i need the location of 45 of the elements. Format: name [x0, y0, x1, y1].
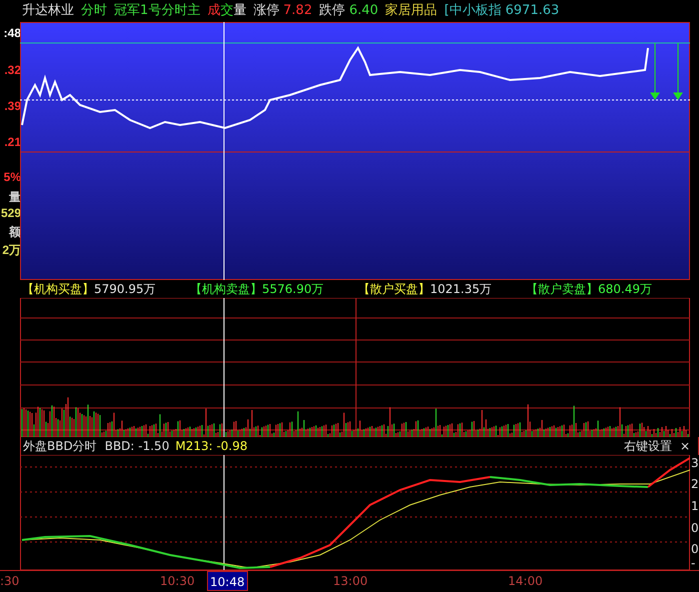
axis-label: 529	[0, 206, 21, 220]
settings-button[interactable]: 右键设置	[624, 438, 672, 454]
axis-label: 额	[8, 224, 21, 241]
axis-label: -	[691, 557, 696, 570]
axis-label: 3	[691, 457, 699, 470]
time-label: 10:30	[160, 574, 195, 588]
axis-label: .21	[3, 135, 21, 149]
down-arrow-icon	[650, 42, 660, 100]
limit-up-label: 涨停	[253, 2, 280, 20]
cursor-time-label: 10:48	[207, 571, 248, 591]
axis-label: 0	[691, 522, 699, 535]
limit-up-price: 7.82	[283, 2, 312, 20]
index-quote: [中小板指 6971.63	[444, 2, 560, 20]
formula-name: 冠军1号分时主	[114, 2, 200, 20]
time-label: 13:00	[333, 574, 368, 588]
time-label: 14:00	[508, 574, 543, 588]
indicator-title: 外盘BBD分时	[23, 438, 97, 454]
axis-label: :48	[2, 26, 21, 40]
axis-label: 0	[691, 543, 699, 556]
bbd-value: BBD: -1.50	[104, 439, 170, 453]
flow-label: 【机构买盘】	[22, 280, 94, 298]
axis-label: .39	[3, 99, 21, 113]
axis-label: .32	[3, 63, 21, 77]
time-label: :30	[0, 574, 20, 588]
down-arrow-icon	[673, 42, 683, 100]
chart-mode: 分时	[81, 2, 107, 20]
flow-label: 【散户买盘】	[358, 280, 430, 298]
axis-label: 2	[691, 478, 699, 491]
limit-down-label: 跌停	[319, 2, 346, 20]
flow-value: 5576.90万	[262, 280, 324, 298]
flow-label: 【散户卖盘】	[526, 280, 598, 298]
axis-label: 量	[8, 189, 21, 206]
close-button[interactable]: ×	[680, 439, 690, 453]
flow-label: 【机构卖盘】	[190, 280, 262, 298]
volume-label: 成交量	[207, 2, 246, 20]
axis-label: 5%	[2, 170, 21, 184]
m213-value: M213: -0.98	[175, 439, 248, 453]
limit-down-price: 6.40	[349, 2, 378, 20]
axis-label: 1	[691, 500, 699, 513]
axis-label: 2万	[1, 242, 21, 259]
stock-name: 升达林业	[22, 2, 74, 20]
flow-value: 5790.95万	[94, 280, 156, 298]
flow-value: 1021.35万	[430, 280, 492, 298]
flow-value: 680.49万	[598, 280, 652, 298]
sector-name: 家居用品	[385, 2, 438, 20]
